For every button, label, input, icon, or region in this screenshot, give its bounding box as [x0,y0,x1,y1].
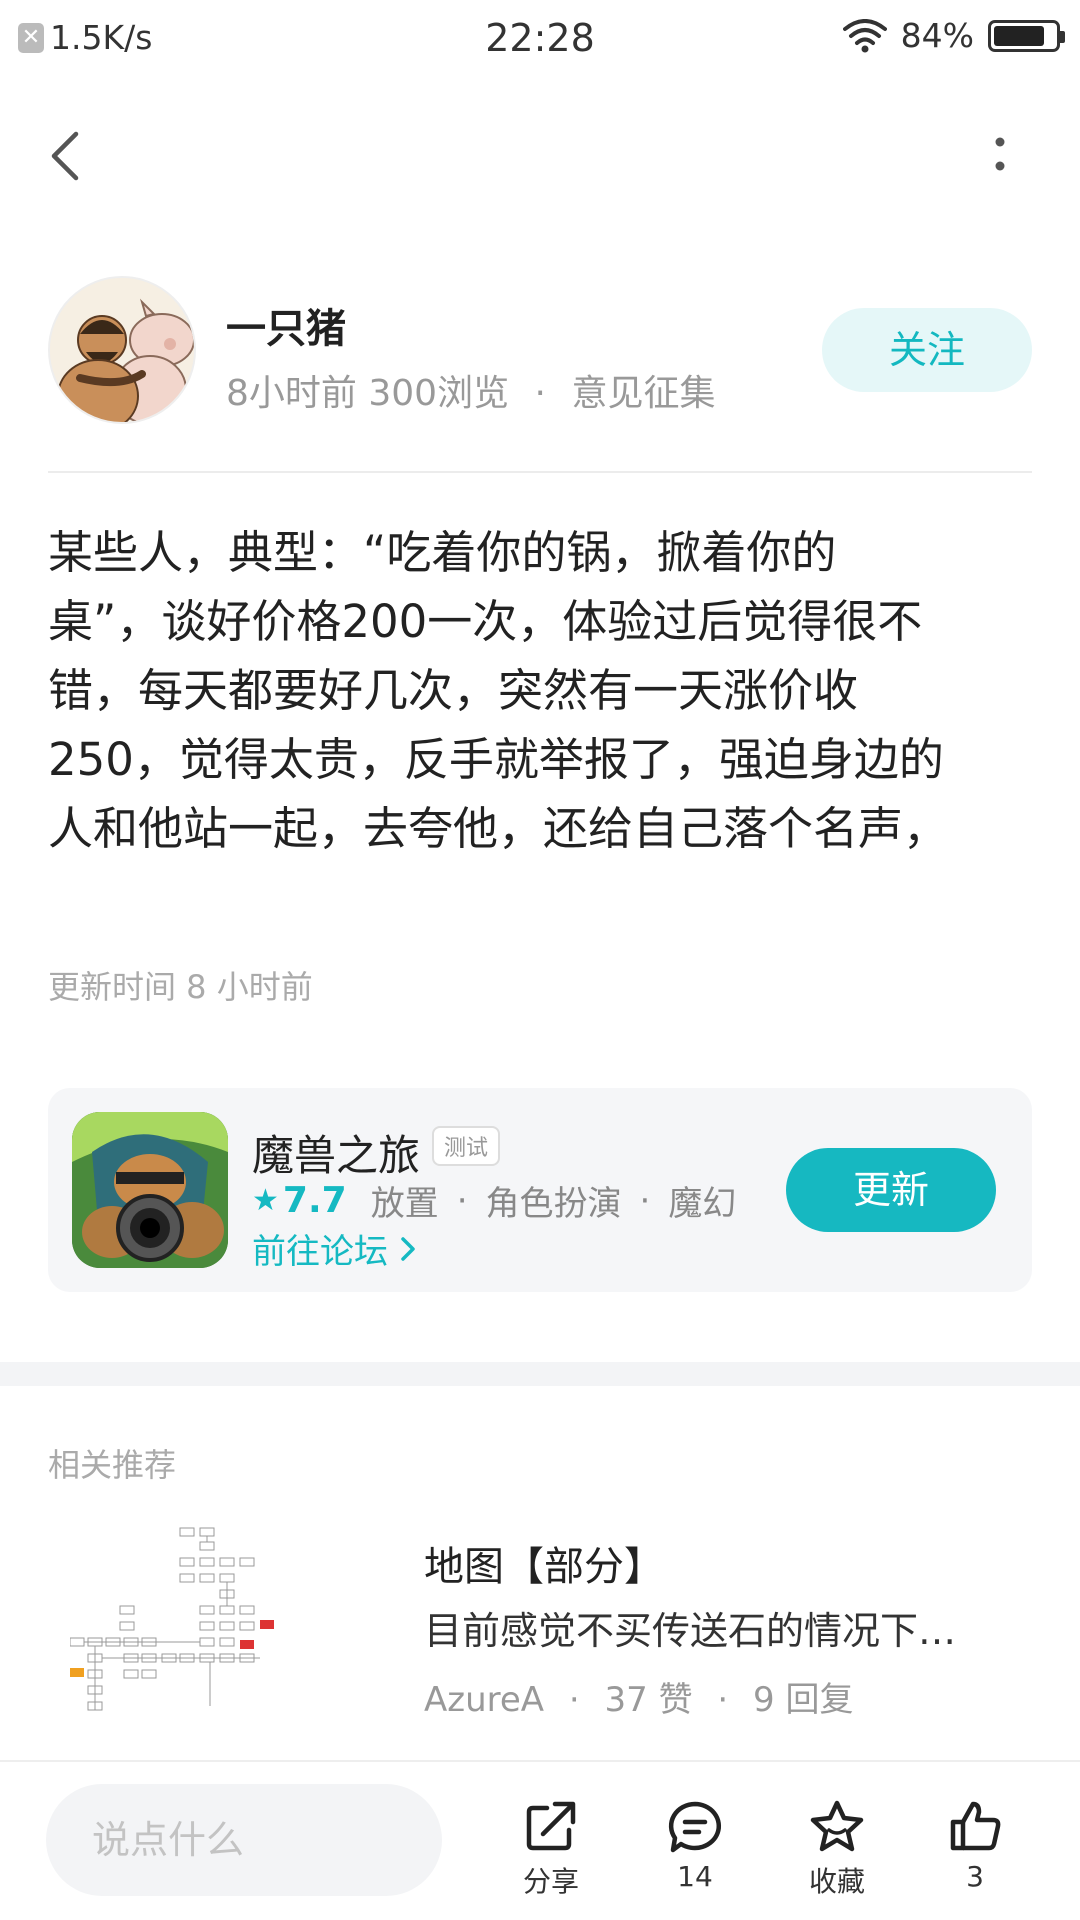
post-body: 某些人，典型：“吃着你的锅，掀着你的 桌”，谈好价格200一次，体验过后觉得很不… [48,518,1032,863]
post-meta: 8小时前 300浏览 · 意见征集 [226,364,715,416]
status-bar: ✕ 1.5K/s 22:28 84% [0,0,1080,76]
post-line: 人和他站一起，去夸他，还给自己落个名声， [48,802,949,855]
share-button[interactable]: 分享 [496,1798,606,1900]
avatar-image [50,278,194,422]
post-line: 错，每天都要好几次，突然有一天涨价收 [48,664,859,717]
share-label: 分享 [522,1865,579,1898]
battery-icon [988,19,1065,52]
share-icon [526,1801,576,1851]
view-count: 300浏览 [368,373,510,414]
game-genre: 魔幻 [668,1184,737,1224]
recommend-author: AzureA [424,1680,545,1720]
game-icon-image [72,1112,228,1268]
star-icon: ★ [252,1183,279,1218]
back-button[interactable] [40,126,90,186]
update-time: 更新时间 8 小时前 [48,968,313,1006]
recommend-replies: 9 回复 [753,1680,854,1720]
recommend-section-title: 相关推荐 [48,1446,177,1484]
comment-button[interactable]: 14 [640,1798,750,1893]
post-time: 8小时前 [226,373,357,414]
thumbs-up-icon [950,1801,1001,1851]
author-name[interactable]: 一只猪 [226,296,346,354]
more-vertical-icon [995,137,1005,171]
game-icon[interactable] [72,1112,228,1268]
follow-button[interactable]: 关注 [822,308,1032,392]
post-category[interactable]: 意见征集 [571,373,715,414]
recommend-likes: 37 赞 [604,1680,693,1720]
chevron-right-icon [401,1236,415,1261]
game-genre: 放置 [370,1184,439,1224]
wifi-icon [842,18,887,52]
section-separator [0,1362,1080,1386]
favorite-label: 收藏 [808,1865,865,1898]
game-score: 7.7 [282,1180,347,1221]
update-button[interactable]: 更新 [786,1148,996,1232]
game-genre: 角色扮演 [485,1184,622,1224]
star-outline-icon [810,1800,864,1852]
game-name[interactable]: 魔兽之旅 [252,1122,420,1183]
genre-separator: · [639,1180,651,1221]
game-tag: 测试 [432,1126,501,1166]
forum-link[interactable]: 前往论坛 [252,1224,418,1273]
comment-count: 14 [677,1860,713,1893]
meta-separator: · [717,1680,729,1720]
more-options-button[interactable] [980,126,1020,186]
recommend-snippet[interactable]: 目前感觉不买传送石的情况下… [424,1600,1014,1655]
post-line: 250，觉得太贵，反手就举报了，强迫身边的 [48,733,944,786]
meta-separator: · [568,1680,580,1720]
genre-separator: · [456,1180,468,1221]
recommend-title[interactable]: 地图【部分】 [424,1534,664,1592]
favorite-button[interactable]: 收藏 [782,1798,892,1900]
bottom-action-bar: 分享 14 收藏 3 [0,1760,1080,1920]
divider [48,471,1032,473]
comment-input[interactable] [46,1784,442,1896]
map-thumbnail-image [69,1527,274,1711]
comment-icon [668,1801,721,1853]
like-button[interactable]: 3 [920,1798,1030,1893]
post-line: 某些人，典型：“吃着你的锅，掀着你的 [48,526,837,579]
battery-percent: 84% [900,16,974,55]
post-line: 桌”，谈好价格200一次，体验过后觉得很不 [48,595,923,648]
status-right: 84% [842,16,1065,55]
like-count: 3 [966,1860,984,1893]
game-info: ★ 7.7 放置 · 角色扮演 · 魔幻 [252,1176,736,1225]
recommend-thumbnail[interactable] [69,1522,340,1722]
chevron-left-icon [51,131,79,181]
game-card[interactable]: 魔兽之旅 测试 ★ 7.7 放置 · 角色扮演 · 魔幻 前往论坛 更新 [48,1088,1032,1292]
meta-separator: · [534,373,546,414]
forum-link-label: 前往论坛 [252,1232,388,1272]
battery-fill [994,25,1045,46]
avatar[interactable] [48,276,196,424]
recommend-meta: AzureA · 37 赞 · 9 回复 [424,1672,853,1721]
